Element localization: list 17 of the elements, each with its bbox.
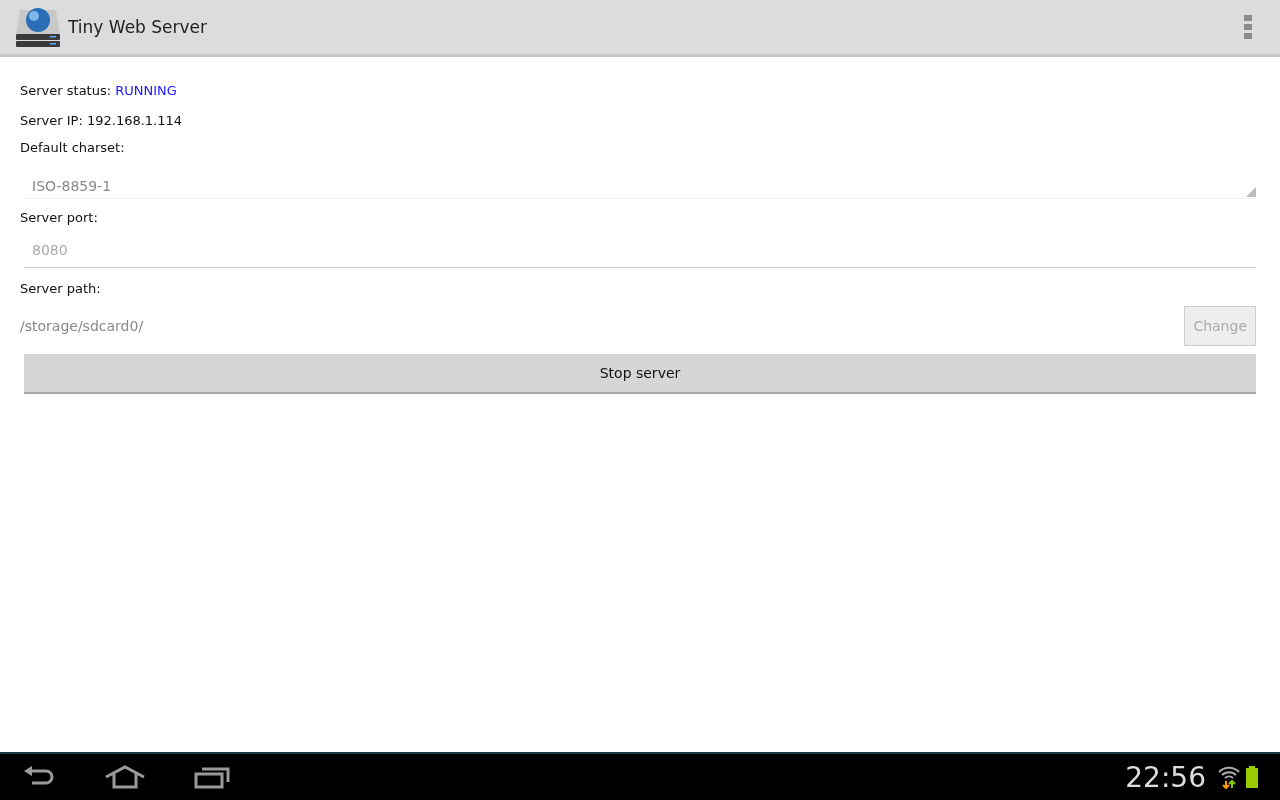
field-label: Server path: — [20, 280, 102, 298]
dropdown-corner-icon — [1246, 187, 1256, 197]
field-label: Server port: — [20, 209, 99, 227]
server-globe-icon — [14, 6, 62, 48]
wifi-icon — [1218, 765, 1240, 789]
battery-icon — [1246, 766, 1258, 788]
app-title: Tiny Web Server — [68, 17, 209, 37]
server-ip: Server IP: 192.168.1.114 — [20, 112, 184, 130]
overflow-menu-icon[interactable] — [1244, 15, 1252, 39]
recent-apps-icon[interactable] — [194, 765, 230, 789]
field-label: Default charset: — [20, 139, 126, 157]
server-path: /storage/sdcard0/ — [20, 318, 144, 334]
status-label: Server status: — [20, 83, 112, 98]
clock: 22:56 — [1125, 760, 1206, 794]
status-value: RUNNING — [115, 83, 177, 98]
home-icon[interactable] — [104, 765, 146, 789]
stop-server-button[interactable]: Stop server — [24, 354, 1256, 394]
